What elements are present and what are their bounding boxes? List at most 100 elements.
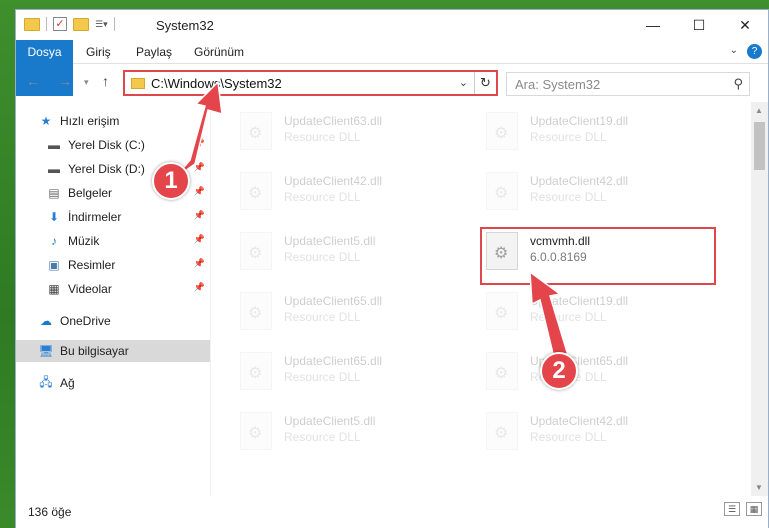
- search-icon[interactable]: ⚲: [733, 76, 743, 92]
- minimize-button[interactable]: —: [630, 10, 676, 40]
- chevron-down-icon[interactable]: ⌄: [459, 76, 468, 89]
- properties-icon[interactable]: ✓: [53, 17, 67, 31]
- file-name: UpdateClient19.dll: [530, 294, 629, 308]
- tab-share[interactable]: Paylaş: [124, 40, 184, 64]
- sidebar-item-videos[interactable]: ▦ Videolar 📌: [16, 278, 209, 300]
- ribbon-tabs: Dosya Giriş Paylaş Görünüm ⌄ ?: [16, 40, 768, 96]
- videos-icon: ▦: [48, 282, 60, 296]
- tab-home[interactable]: Giriş: [74, 40, 123, 64]
- vertical-scrollbar[interactable]: ▲ ▼: [751, 102, 768, 496]
- sidebar-item-pictures[interactable]: ▣ Resimler 📌: [16, 254, 209, 276]
- explorer-window: ✓ ☰▾ System32 — ☐ ✕ Dosya Giriş Paylaş G…: [15, 9, 769, 528]
- folder-icon: [131, 78, 145, 89]
- file-item[interactable]: UpdateClient5.dll Resource DLL: [212, 228, 452, 284]
- help-icon[interactable]: ?: [747, 44, 762, 59]
- sidebar-item-downloads[interactable]: ⬇ İndirmeler 📌: [16, 206, 209, 228]
- folder-icon[interactable]: [24, 17, 40, 31]
- sidebar-item-label: İndirmeler: [68, 210, 122, 224]
- large-icons-view-icon[interactable]: ▦: [746, 502, 762, 516]
- dll-file-icon: [240, 112, 272, 150]
- file-name: UpdateClient63.dll: [284, 114, 383, 128]
- file-description: Resource DLL: [284, 370, 361, 384]
- drive-icon: ▬: [48, 138, 60, 152]
- file-item[interactable]: UpdateClient19.dll Resource DLL: [458, 108, 698, 164]
- customize-toolbar-icon[interactable]: ☰▾: [95, 19, 108, 30]
- file-name: UpdateClient42.dll: [530, 174, 629, 188]
- pin-icon: 📌: [193, 282, 205, 292]
- file-description: Resource DLL: [530, 430, 607, 444]
- recent-locations-icon[interactable]: ▾: [84, 77, 89, 88]
- dll-file-icon: [240, 352, 272, 390]
- toolbar-divider: [113, 17, 115, 31]
- file-name: UpdateClient42.dll: [284, 174, 383, 188]
- details-view-icon[interactable]: ☰: [724, 502, 740, 516]
- file-description: Resource DLL: [530, 190, 607, 204]
- maximize-button[interactable]: ☐: [676, 10, 722, 40]
- file-name: UpdateClient19.dll: [530, 114, 629, 128]
- file-item[interactable]: UpdateClient19.dll Resource DLL: [458, 288, 698, 344]
- drive-icon: ▬: [48, 162, 60, 176]
- sidebar-item-this-pc[interactable]: 🖥 Bu bilgisayar: [16, 340, 210, 362]
- scroll-up-icon[interactable]: ▲: [755, 106, 763, 115]
- sidebar-item-local-disk-c[interactable]: ▬ Yerel Disk (C:) 📌: [16, 134, 209, 156]
- computer-icon: 🖥: [38, 344, 54, 358]
- dll-file-icon: [486, 352, 518, 390]
- forward-arrow-icon[interactable]: →: [58, 73, 72, 89]
- sidebar-item-label: Resimler: [68, 258, 116, 272]
- file-item[interactable]: UpdateClient65.dll Resource DLL: [212, 348, 452, 404]
- up-arrow-icon[interactable]: ↑: [102, 73, 109, 89]
- file-item[interactable]: UpdateClient5.dll Resource DLL: [212, 408, 452, 464]
- step-badge-1: 1: [152, 162, 190, 200]
- sidebar-item-label: Müzik: [68, 234, 100, 248]
- file-item[interactable]: UpdateClient42.dll Resource DLL: [458, 168, 698, 224]
- file-description: Resource DLL: [284, 130, 361, 144]
- file-list: UpdateClient63.dll Resource DLL UpdateCl…: [212, 102, 748, 496]
- file-name: UpdateClient65.dll: [284, 294, 383, 308]
- sidebar-item-label: Hızlı erişim: [60, 114, 120, 128]
- file-description: Resource DLL: [284, 310, 361, 324]
- sidebar-item-label: Bu bilgisayar: [60, 344, 129, 358]
- network-icon: 🖧: [39, 374, 53, 389]
- search-placeholder: Ara: System32: [515, 77, 601, 92]
- file-description: Resource DLL: [530, 130, 607, 144]
- tab-view[interactable]: Görünüm: [182, 40, 256, 64]
- dll-file-icon: [240, 412, 272, 450]
- new-folder-icon[interactable]: [73, 17, 89, 31]
- sidebar-item-onedrive[interactable]: ☁ OneDrive: [38, 310, 231, 332]
- dll-file-icon: [240, 292, 272, 330]
- search-input[interactable]: Ara: System32 ⚲: [506, 72, 750, 96]
- file-description: Resource DLL: [284, 430, 361, 444]
- file-description: Resource DLL: [284, 190, 361, 204]
- file-item[interactable]: UpdateClient65.dll Resource DLL: [212, 288, 452, 344]
- cloud-icon: ☁: [40, 314, 52, 328]
- sidebar-item-network[interactable]: 🖧 Ağ: [38, 372, 231, 394]
- documents-icon: ▤: [48, 186, 60, 200]
- sidebar-item-quick-access[interactable]: ★ Hızlı erişim: [38, 110, 231, 132]
- file-item[interactable]: UpdateClient42.dll Resource DLL: [212, 168, 452, 224]
- sidebar-item-label: OneDrive: [60, 314, 111, 328]
- star-icon: ★: [40, 114, 52, 128]
- expand-ribbon-icon[interactable]: ⌄: [730, 45, 738, 56]
- file-name: UpdateClient5.dll: [284, 234, 376, 248]
- download-icon: ⬇: [48, 210, 60, 224]
- dll-file-icon: [486, 112, 518, 150]
- close-button[interactable]: ✕: [722, 10, 768, 40]
- pin-icon: 📌: [193, 210, 205, 220]
- sidebar-item-label: Yerel Disk (C:): [68, 138, 145, 152]
- file-item[interactable]: UpdateClient42.dll Resource DLL: [458, 408, 698, 464]
- pin-icon: 📌: [193, 138, 205, 148]
- file-item[interactable]: UpdateClient63.dll Resource DLL: [212, 108, 452, 164]
- file-item[interactable]: UpdateClient65.dll Resource DLL: [458, 348, 698, 404]
- title-bar: ✓ ☰▾ System32 — ☐ ✕: [16, 10, 768, 40]
- address-bar[interactable]: C:\Windows\System32 ⌄ ↻: [123, 70, 498, 96]
- address-path[interactable]: C:\Windows\System32: [151, 76, 282, 91]
- back-arrow-icon[interactable]: ←: [26, 73, 40, 89]
- scrollbar-thumb[interactable]: [754, 122, 765, 170]
- file-name: UpdateClient42.dll: [530, 414, 629, 428]
- refresh-icon[interactable]: ↻: [474, 72, 496, 94]
- pin-icon: 📌: [193, 234, 205, 244]
- toolbar-divider: [46, 17, 47, 31]
- sidebar-item-music[interactable]: ♪ Müzik 📌: [16, 230, 209, 252]
- scroll-down-icon[interactable]: ▼: [755, 483, 763, 492]
- sidebar-item-label: Videolar: [68, 282, 112, 296]
